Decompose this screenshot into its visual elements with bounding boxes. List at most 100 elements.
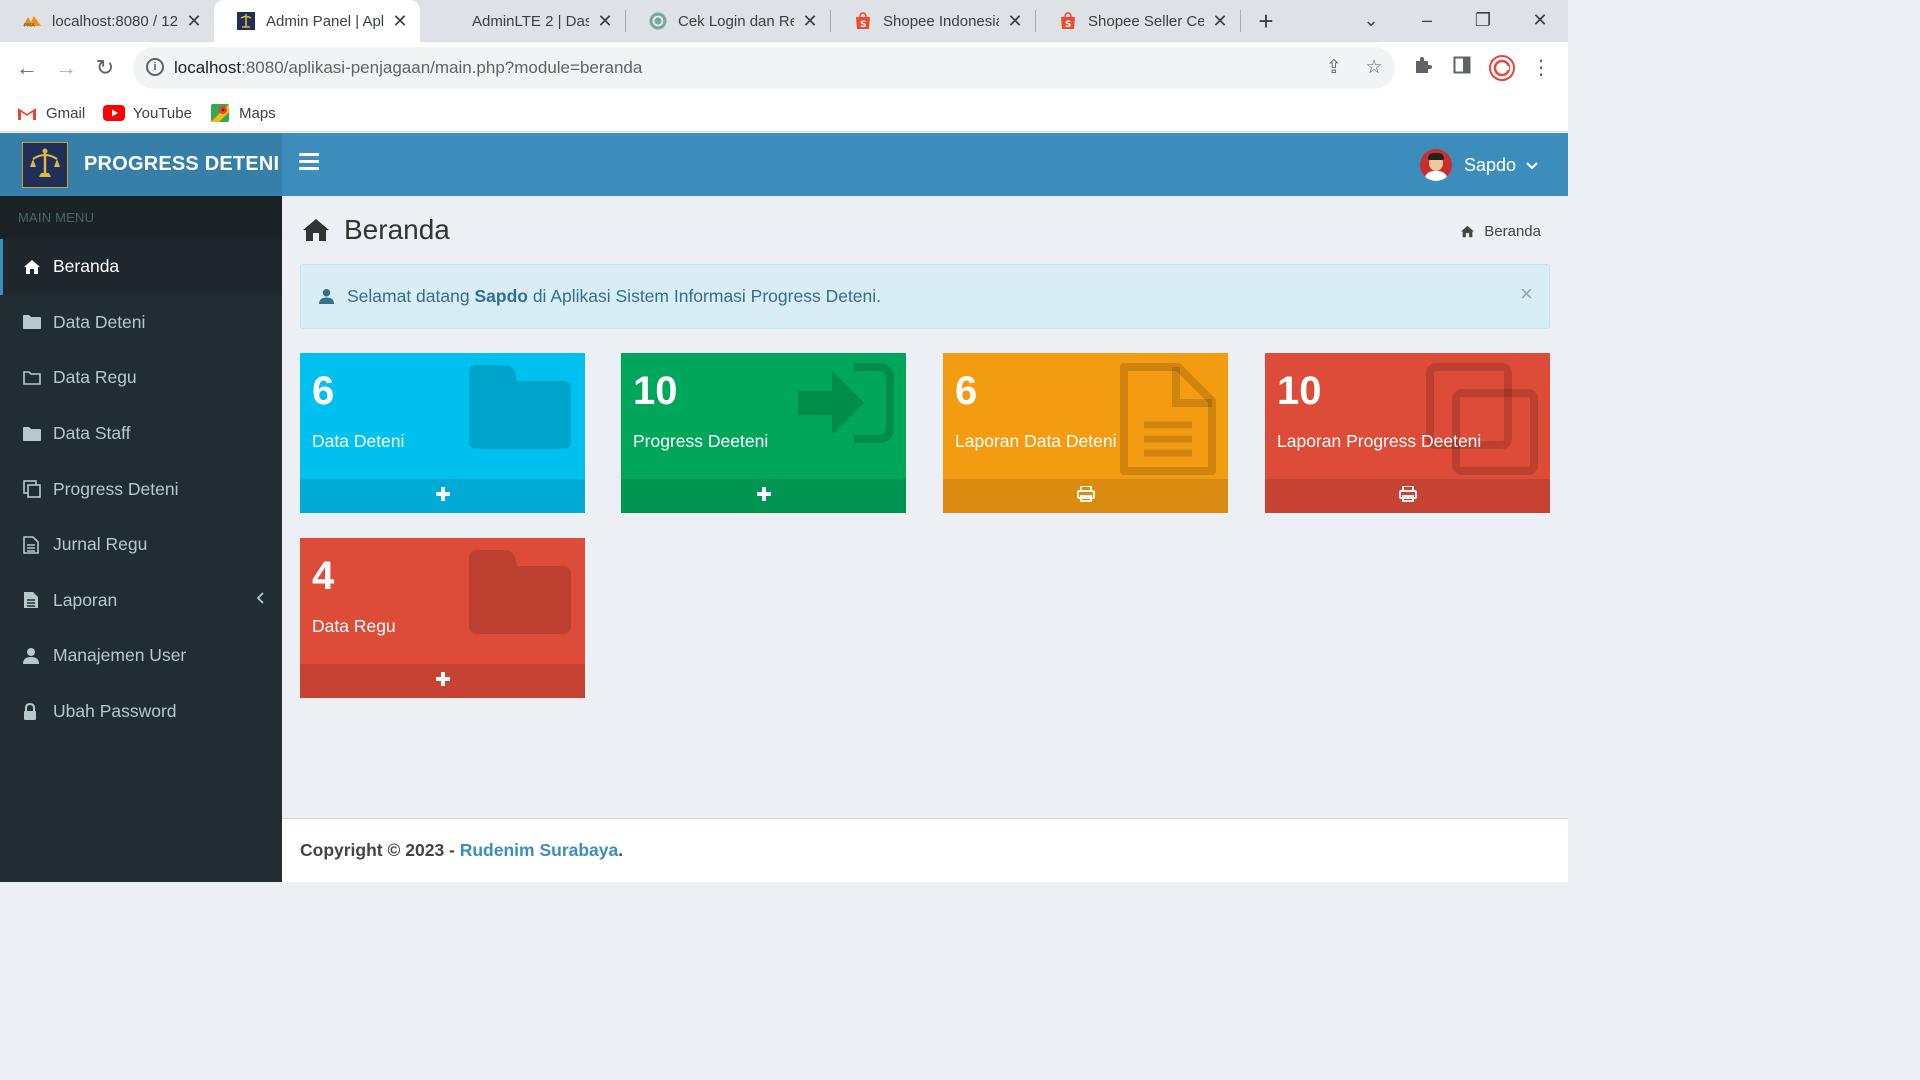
sidebar-item-data-deteni[interactable]: Data Deteni (0, 295, 282, 351)
app-logo[interactable]: PROGRESS DETENI (0, 133, 282, 196)
browser-tab-strip: PMA localhost:8080 / 127.0.0.1 ✕ Admin P… (0, 0, 1568, 42)
stat-label: Data Regu (312, 616, 396, 636)
address-bar[interactable]: i localhost:8080/aplikasi-penjagaan/main… (133, 47, 1395, 89)
folder-icon (23, 315, 43, 330)
stat-value: 10 (1277, 369, 1322, 413)
browser-tab[interactable]: Cek Login dan Redirect ✕ (626, 0, 830, 42)
side-panel-icon[interactable] (1449, 55, 1475, 81)
close-tab-icon[interactable]: ✕ (802, 11, 818, 32)
sidebar-item-label: Ubah Password (53, 701, 177, 722)
close-tab-icon[interactable]: ✕ (1007, 11, 1023, 32)
copyright-text: Copyright © 2023 - Rudenim Surabaya. (300, 840, 624, 860)
shopee-icon: S (1058, 11, 1078, 31)
user-icon (319, 288, 334, 310)
file-icon (23, 591, 43, 609)
youtube-icon (103, 104, 125, 122)
new-tab-button[interactable]: + (1253, 6, 1279, 36)
tab-title: Admin Panel | Aplikasi (266, 12, 384, 30)
back-icon[interactable]: ← (14, 55, 40, 81)
tab-title: AdminLTE 2 | Dashboard (472, 12, 589, 30)
browser-tab-active[interactable]: Admin Panel | Aplikasi ✕ (214, 0, 420, 42)
print-icon (1398, 484, 1417, 507)
sidebar-item-laporan[interactable]: Laporan (0, 573, 282, 629)
home-icon (23, 259, 43, 275)
tab-search-icon[interactable]: ⌄ (1357, 6, 1385, 34)
tab-title: localhost:8080 / 127.0.0.1 (52, 12, 178, 30)
copy-icon (1426, 363, 1538, 480)
add-button[interactable] (300, 664, 585, 698)
sidebar: MAIN MENU Beranda Data Deteni Data Regu … (0, 196, 282, 882)
folder-icon (23, 426, 43, 441)
add-button[interactable] (621, 479, 906, 513)
profile-extension-icon[interactable] (1489, 55, 1515, 81)
browser-tab[interactable]: PMA localhost:8080 / 127.0.0.1 ✕ (0, 0, 214, 42)
footer-link[interactable]: Rudenim Surabaya (460, 840, 619, 860)
close-tab-icon[interactable]: ✕ (597, 11, 613, 32)
bookmark-star-icon[interactable]: ☆ (1363, 57, 1385, 79)
admin-app: PROGRESS DETENI Sapdo MAIN MENU Beranda (0, 133, 1568, 882)
share-icon[interactable]: ⇪ (1323, 57, 1345, 79)
sidebar-item-data-regu[interactable]: Data Regu (0, 350, 282, 406)
browser-tab[interactable]: S Shopee Seller Centre ✕ (1036, 0, 1240, 42)
restore-icon[interactable]: ❐ (1469, 6, 1497, 34)
browser-menu-icon[interactable]: ⋮ (1528, 55, 1554, 81)
bookmark-maps[interactable]: Maps (209, 101, 276, 125)
sidebar-item-jurnal-regu[interactable]: Jurnal Regu (0, 517, 282, 573)
svg-text:S: S (1065, 20, 1071, 30)
lock-icon (23, 702, 43, 721)
tab-divider (1240, 10, 1241, 32)
bookmark-youtube[interactable]: YouTube (103, 101, 192, 125)
add-button[interactable] (300, 479, 585, 513)
site-info-icon[interactable]: i (146, 58, 164, 76)
top-navbar: Sapdo (282, 133, 1568, 196)
close-tab-icon[interactable]: ✕ (186, 11, 202, 32)
user-menu[interactable]: Sapdo (1419, 149, 1538, 181)
stat-label: Progress Deeteni (633, 431, 769, 451)
sidebar-item-data-staff[interactable]: Data Staff (0, 406, 282, 462)
print-button[interactable] (943, 479, 1228, 513)
stat-box-data-regu: 4 Data Regu (300, 538, 585, 698)
browser-tab[interactable]: AdminLTE 2 | Dashboard ✕ (420, 0, 625, 42)
sidebar-item-label: Progress Deteni (53, 478, 179, 499)
minimize-icon[interactable]: – (1413, 6, 1441, 34)
close-tab-icon[interactable]: ✕ (1212, 11, 1228, 32)
stat-box-data-deteni: 6 Data Deteni (300, 353, 585, 513)
sidebar-item-beranda[interactable]: Beranda (0, 239, 282, 295)
app-logo-text: PROGRESS DETENI (84, 153, 280, 175)
sign-in-icon (798, 363, 894, 450)
sidebar-item-manajemen-user[interactable]: Manajemen User (0, 628, 282, 684)
plus-icon (435, 486, 450, 506)
chevron-left-icon (256, 591, 264, 609)
browser-tab[interactable]: S Shopee Indonesia | Jual ✕ (831, 0, 1035, 42)
sidebar-toggle-icon[interactable] (299, 153, 319, 175)
avatar (1419, 149, 1452, 181)
reload-icon[interactable]: ↻ (92, 55, 118, 81)
stat-value: 6 (312, 369, 335, 413)
stat-value: 6 (955, 369, 978, 413)
print-button[interactable] (1265, 479, 1550, 513)
bookmark-gmail[interactable]: Gmail (16, 101, 85, 125)
user-name: Sapdo (1463, 154, 1516, 175)
stat-label: Laporan Progress Deeteni (1277, 431, 1482, 451)
breadcrumb[interactable]: Beranda (1460, 223, 1541, 240)
tab-title: Shopee Seller Centre (1088, 12, 1204, 30)
close-window-icon[interactable]: ✕ (1526, 6, 1554, 34)
svg-text:S: S (860, 20, 866, 30)
close-tab-icon[interactable]: ✕ (392, 11, 408, 32)
plus-icon (756, 486, 771, 506)
plus-icon (435, 671, 450, 691)
emblem-logo-icon (22, 141, 68, 188)
user-icon (23, 647, 43, 665)
browser-toolbar: ← → ↻ i localhost:8080/aplikasi-penjagaa… (0, 42, 1568, 94)
svg-text:PMA: PMA (24, 23, 35, 28)
stat-value: 10 (633, 369, 678, 413)
extensions-icon[interactable] (1410, 55, 1436, 81)
forward-icon[interactable]: → (53, 55, 79, 81)
close-icon[interactable]: × (1520, 281, 1533, 307)
sidebar-item-ubah-password[interactable]: Ubah Password (0, 684, 282, 740)
url-text[interactable]: localhost:8080/aplikasi-penjagaan/main.p… (174, 58, 642, 78)
stat-box-progress-deteni: 10 Progress Deeteni (621, 353, 906, 513)
sidebar-item-progress-deteni[interactable]: Progress Deteni (0, 461, 282, 517)
page-footer: Copyright © 2023 - Rudenim Surabaya. (282, 818, 1568, 882)
stat-value: 4 (312, 554, 335, 598)
